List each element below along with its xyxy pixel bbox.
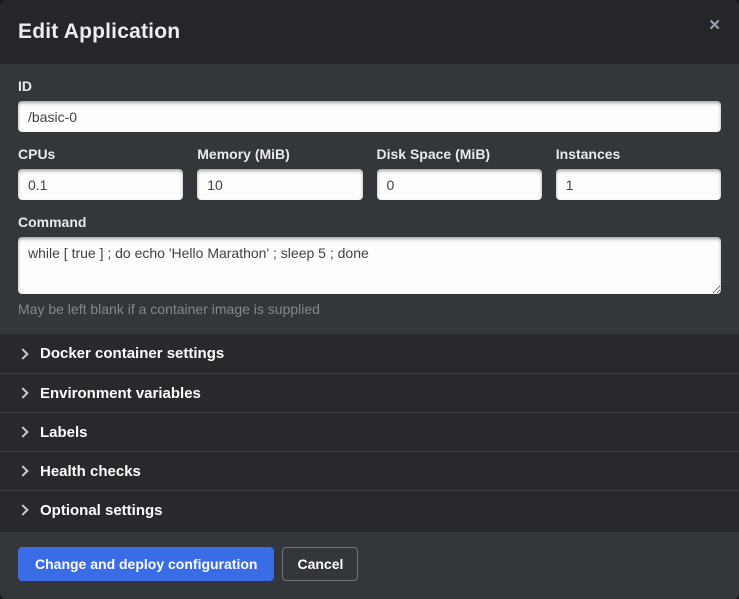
section-label: Health checks	[40, 463, 141, 480]
instances-field-group: Instances	[556, 146, 721, 200]
instances-label: Instances	[556, 146, 721, 162]
section-label: Labels	[40, 424, 88, 441]
memory-input[interactable]	[197, 169, 362, 200]
chevron-right-icon	[17, 387, 28, 398]
memory-label: Memory (MiB)	[197, 146, 362, 162]
cpus-input[interactable]	[18, 169, 183, 200]
disk-field-group: Disk Space (MiB)	[377, 146, 542, 200]
section-docker-container-settings[interactable]: Docker container settings	[0, 334, 739, 373]
chevron-right-icon	[17, 504, 28, 515]
command-help-text: May be left blank if a container image i…	[18, 301, 721, 318]
cpus-label: CPUs	[18, 146, 183, 162]
section-label: Docker container settings	[40, 345, 224, 362]
section-optional-settings[interactable]: Optional settings	[0, 490, 739, 529]
memory-field-group: Memory (MiB)	[197, 146, 362, 200]
section-label: Environment variables	[40, 385, 201, 402]
section-environment-variables[interactable]: Environment variables	[0, 373, 739, 412]
cancel-button[interactable]: Cancel	[282, 547, 358, 581]
settings-accordion: Docker container settings Environment va…	[0, 334, 739, 532]
modal-title: Edit Application	[18, 20, 180, 44]
id-input[interactable]	[18, 101, 721, 132]
cpus-field-group: CPUs	[18, 146, 183, 200]
chevron-right-icon	[17, 426, 28, 437]
id-field-group: ID	[18, 78, 721, 132]
close-icon[interactable]: ✕	[702, 12, 727, 39]
modal-header: Edit Application ✕	[0, 0, 739, 64]
disk-input[interactable]	[377, 169, 542, 200]
application-form: ID CPUs Memory (MiB) Disk Space (MiB) In…	[0, 64, 739, 334]
chevron-right-icon	[17, 348, 28, 359]
resources-row: CPUs Memory (MiB) Disk Space (MiB) Insta…	[18, 146, 721, 200]
instances-input[interactable]	[556, 169, 721, 200]
command-label: Command	[18, 214, 721, 230]
edit-application-modal: Edit Application ✕ ID CPUs Memory (MiB) …	[0, 0, 739, 599]
section-health-checks[interactable]: Health checks	[0, 451, 739, 490]
id-label: ID	[18, 78, 721, 94]
change-and-deploy-button[interactable]: Change and deploy configuration	[18, 547, 274, 581]
section-label: Optional settings	[40, 502, 163, 519]
modal-footer: Change and deploy configuration Cancel	[0, 532, 739, 599]
chevron-right-icon	[17, 465, 28, 476]
command-textarea[interactable]: while [ true ] ; do echo 'Hello Marathon…	[18, 237, 721, 294]
section-labels[interactable]: Labels	[0, 412, 739, 451]
disk-label: Disk Space (MiB)	[377, 146, 542, 162]
command-field-group: Command while [ true ] ; do echo 'Hello …	[18, 214, 721, 318]
